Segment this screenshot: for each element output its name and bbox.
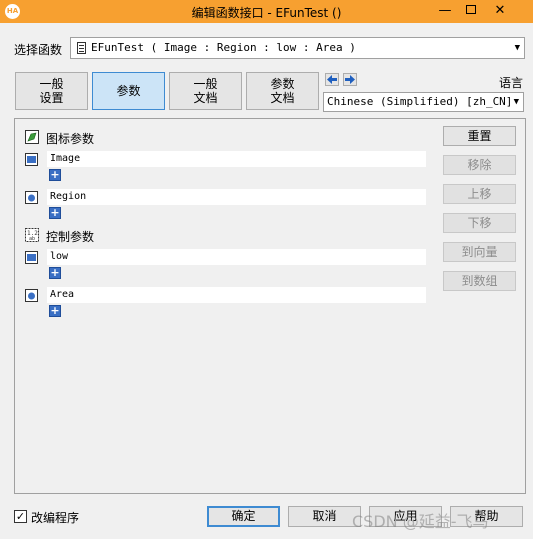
function-select-value: EFunTest ( Image : Region : low : Area ) xyxy=(91,41,356,54)
close-button[interactable]: ✕ xyxy=(489,2,511,20)
edit-program-label: 改编程序 xyxy=(31,511,80,525)
to-vector-button[interactable]: 到向量 xyxy=(443,242,516,262)
control-param-icon: 1.2 ab xyxy=(25,228,39,242)
tab-general-settings[interactable]: 一般 设置 xyxy=(15,72,88,110)
language-label: 语言 xyxy=(499,76,524,90)
language-prev-button[interactable] xyxy=(325,73,339,86)
minimize-button[interactable]: — xyxy=(436,2,454,20)
input-param-icon xyxy=(25,153,38,166)
cancel-button[interactable]: 取消 xyxy=(288,506,361,527)
param-field-image[interactable]: Image xyxy=(47,151,426,167)
expand-plus-icon[interactable]: + xyxy=(49,267,61,279)
document-icon xyxy=(77,42,86,54)
language-select-value: Chinese (Simplified) [zh_CN] xyxy=(327,95,513,108)
arrow-left-icon xyxy=(327,75,337,84)
icon-params-label: 图标参数 xyxy=(46,132,95,146)
function-select[interactable]: EFunTest ( Image : Region : low : Area )… xyxy=(70,37,525,59)
tab-parameters[interactable]: 参数 xyxy=(92,72,165,110)
language-next-button[interactable] xyxy=(343,73,357,86)
chevron-down-icon: ▼ xyxy=(513,97,519,107)
title-bar: HA 编辑函数接口 - EFunTest () — ✕ xyxy=(0,0,533,23)
move-down-button[interactable]: 下移 xyxy=(443,213,516,233)
edit-program-checkbox[interactable]: ✓ xyxy=(14,510,27,523)
expand-plus-icon[interactable]: + xyxy=(49,305,61,317)
input-param-icon xyxy=(25,251,38,264)
output-param-icon xyxy=(25,191,38,204)
chevron-down-icon: ▼ xyxy=(514,43,520,53)
param-field-area[interactable]: Area xyxy=(47,287,426,303)
param-field-low[interactable]: low xyxy=(47,249,426,265)
maximize-icon xyxy=(466,5,476,14)
csdn-watermark: CSDN @延益-飞鸟 xyxy=(352,512,489,531)
output-param-icon xyxy=(25,289,38,302)
arrow-right-icon xyxy=(345,75,355,84)
to-tuple-button[interactable]: 到数组 xyxy=(443,271,516,291)
expand-plus-icon[interactable]: + xyxy=(49,207,61,219)
control-params-label: 控制参数 xyxy=(46,230,95,244)
move-up-button[interactable]: 上移 xyxy=(443,184,516,204)
remove-button[interactable]: 移除 xyxy=(443,155,516,175)
expand-plus-icon[interactable]: + xyxy=(49,169,61,181)
tab-general-docs[interactable]: 一般 文档 xyxy=(169,72,242,110)
parameters-panel: 图标参数 Image + Region + 1.2 ab 控制参数 low + … xyxy=(14,118,526,494)
param-field-region[interactable]: Region xyxy=(47,189,426,205)
maximize-button[interactable] xyxy=(462,2,480,20)
tab-parameter-docs[interactable]: 参数 文档 xyxy=(246,72,319,110)
svg-text:ab: ab xyxy=(29,236,35,242)
reset-button[interactable]: 重置 xyxy=(443,126,516,146)
select-function-label: 选择函数 xyxy=(14,43,63,57)
ok-button[interactable]: 确定 xyxy=(207,506,280,527)
language-select[interactable]: Chinese (Simplified) [zh_CN] ▼ xyxy=(323,92,524,112)
iconic-object-icon xyxy=(25,130,39,144)
